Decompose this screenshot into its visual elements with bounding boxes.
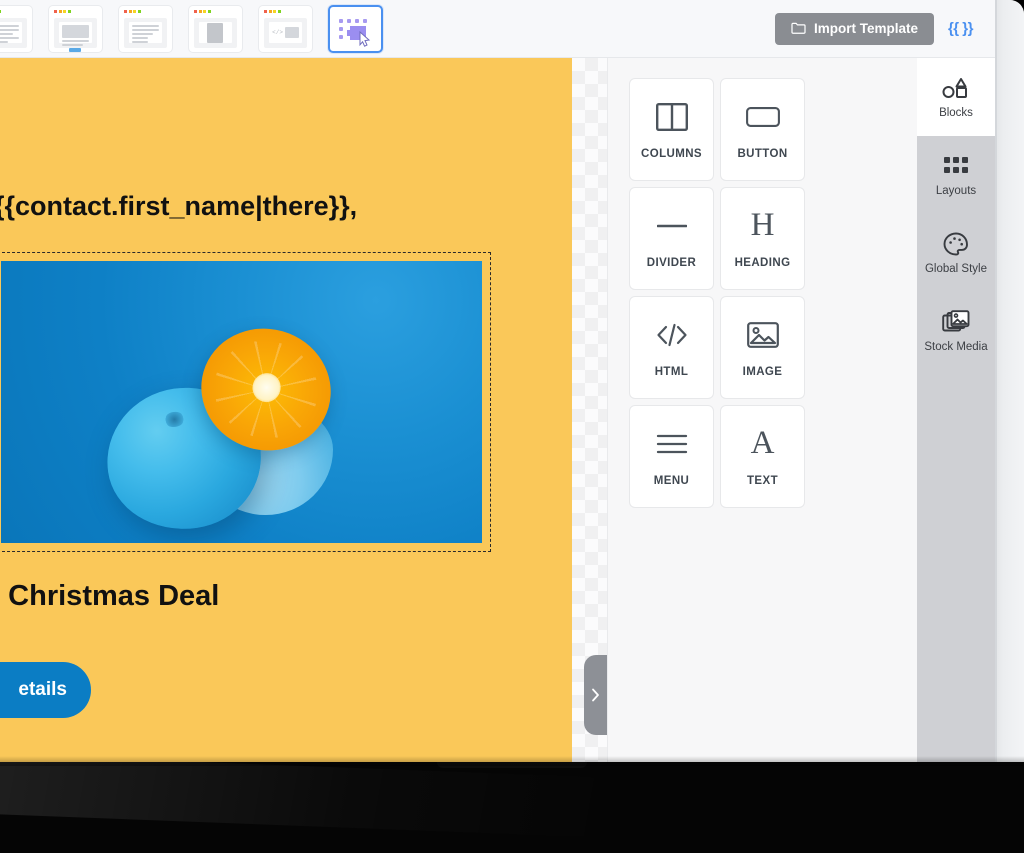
- rail-item-global-style[interactable]: Global Style: [917, 214, 995, 292]
- template-thumb-dragdrop[interactable]: [328, 4, 383, 53]
- screenshot-stage: </> Import Template {{}} {{contact.firs…: [0, 0, 1024, 853]
- folder-icon: [791, 22, 806, 34]
- image-icon: [746, 318, 779, 352]
- code-icon: [655, 318, 689, 352]
- blocks-panel: COLUMNS BUTTON DIVIDER H HEADING HTML IM…: [607, 58, 917, 762]
- block-label: HEADING: [734, 256, 791, 269]
- merge-tag-icon[interactable]: {{ }}: [948, 20, 974, 37]
- block-label: TEXT: [747, 474, 778, 487]
- block-divider[interactable]: DIVIDER: [629, 187, 714, 290]
- thumb-preview: </>: [264, 17, 307, 48]
- import-template-button[interactable]: Import Template: [774, 12, 934, 45]
- rail-item-layouts[interactable]: Layouts: [917, 136, 995, 214]
- block-label: IMAGE: [742, 365, 783, 378]
- template-thumb-text[interactable]: [0, 4, 33, 53]
- email-greeting-text[interactable]: {{contact.first_name|there}},: [0, 191, 357, 222]
- block-label: MENU: [653, 474, 690, 487]
- device-right-frame: [995, 0, 1024, 762]
- rail-item-label: Blocks: [939, 107, 973, 119]
- block-label: COLUMNS: [641, 147, 702, 160]
- rail-item-label: Layouts: [935, 185, 977, 197]
- thumb-preview-dragdrop: [335, 18, 376, 47]
- menu-icon: [656, 427, 688, 461]
- email-canvas[interactable]: {{contact.first_name|there}}, e Christma…: [0, 58, 607, 762]
- template-thumb-code[interactable]: </>: [258, 4, 313, 53]
- blocks-grid: COLUMNS BUTTON DIVIDER H HEADING HTML IM…: [608, 58, 885, 508]
- stock-media-icon: [942, 309, 970, 335]
- email-deal-heading[interactable]: e Christmas Deal: [0, 580, 219, 613]
- heading-icon: H: [750, 207, 775, 243]
- block-image[interactable]: IMAGE: [720, 296, 805, 399]
- block-text[interactable]: A TEXT: [720, 405, 805, 508]
- grid-icon: [943, 153, 969, 179]
- rail-item-label: Stock Media: [924, 341, 988, 353]
- palette-icon: [943, 231, 969, 257]
- block-label: BUTTON: [737, 147, 788, 160]
- app-window: </> Import Template {{}} {{contact.firs…: [0, 0, 1024, 762]
- device-base-sheen: [0, 754, 1024, 853]
- toolbar-actions: Import Template {{ }}: [774, 12, 995, 45]
- thumb-preview: [54, 17, 97, 52]
- rail-item-stock-media[interactable]: Stock Media: [917, 292, 995, 370]
- email-body[interactable]: {{contact.first_name|there}}, e Christma…: [0, 58, 572, 762]
- hero-image: [1, 261, 482, 543]
- email-cta-button[interactable]: etails: [0, 662, 91, 718]
- tool-rail: Blocks Layouts Global Style Stock Media: [917, 58, 995, 762]
- device-base-shadow: [0, 756, 1024, 766]
- thumb-preview: [194, 17, 237, 48]
- window-dots: [54, 9, 71, 13]
- template-thumb-image[interactable]: [48, 4, 103, 53]
- window-dots: [124, 9, 141, 13]
- block-heading[interactable]: H HEADING: [720, 187, 805, 290]
- template-thumb-document[interactable]: [188, 4, 243, 53]
- template-thumbnail-strip: </>: [0, 0, 398, 58]
- columns-icon: [655, 100, 688, 134]
- button-icon: [745, 100, 780, 134]
- thumb-preview: [124, 17, 167, 48]
- window-dots: [264, 9, 281, 13]
- divider-icon: [656, 209, 687, 243]
- block-menu[interactable]: MENU: [629, 405, 714, 508]
- block-html[interactable]: HTML: [629, 296, 714, 399]
- block-columns[interactable]: COLUMNS: [629, 78, 714, 181]
- block-label: DIVIDER: [646, 256, 697, 269]
- email-image-block-selected[interactable]: [0, 252, 491, 552]
- rail-item-blocks[interactable]: Blocks: [917, 58, 995, 136]
- block-button[interactable]: BUTTON: [720, 78, 805, 181]
- thumb-preview: [0, 17, 27, 48]
- window-dots: [0, 9, 1, 13]
- import-template-label: Import Template: [813, 21, 918, 36]
- block-label: HTML: [654, 365, 689, 378]
- top-toolbar: </> Import Template {{}}: [0, 0, 995, 58]
- shapes-icon: [941, 75, 971, 101]
- rail-item-label: Global Style: [924, 263, 987, 275]
- device-base: [0, 754, 1024, 853]
- text-icon: A: [750, 425, 775, 461]
- window-dots: [194, 9, 211, 13]
- drag-drop-icon: [338, 18, 370, 47]
- panel-collapse-handle[interactable]: [584, 655, 607, 735]
- template-thumb-article[interactable]: [118, 4, 173, 53]
- chevron-right-icon: [592, 688, 599, 702]
